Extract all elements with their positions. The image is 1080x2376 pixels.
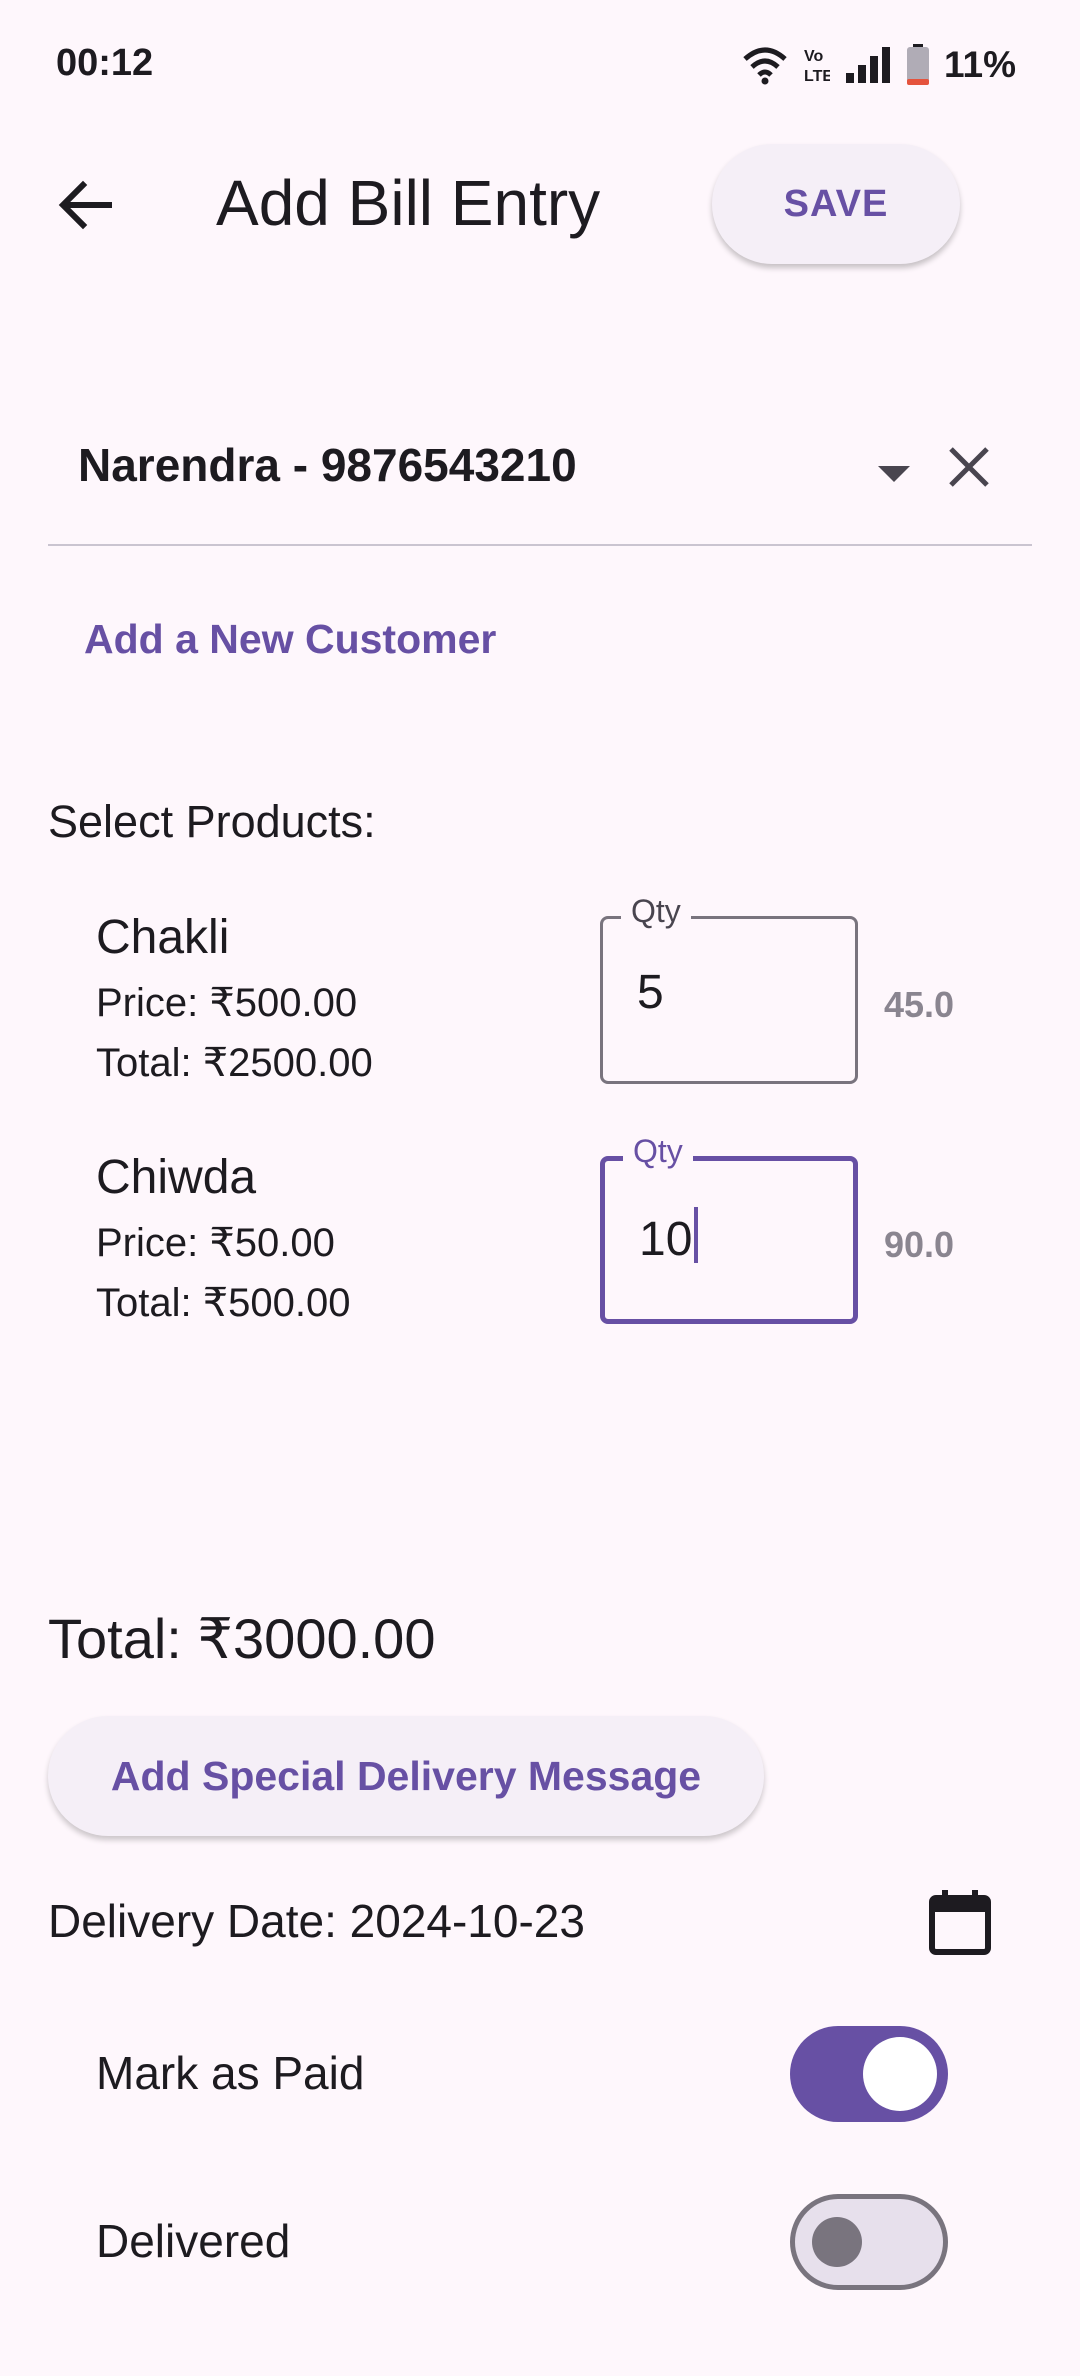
mark-as-paid-label: Mark as Paid (96, 2047, 365, 2099)
save-button[interactable]: SAVE (712, 144, 960, 264)
delivered-switch[interactable] (790, 2194, 948, 2290)
product-name: Chakli (96, 911, 230, 964)
back-button[interactable] (40, 160, 130, 250)
product-price: Price: ₹50.00 (96, 1221, 335, 1265)
battery-icon (906, 44, 929, 85)
product-row: Chiwda Price: ₹50.00 Total: ₹500.00 Qty … (0, 1133, 1080, 1340)
mark-as-paid-switch[interactable] (790, 2026, 948, 2122)
clear-customer-button[interactable] (936, 434, 1002, 500)
qty-label: Qty (621, 893, 691, 930)
page-title: Add Bill Entry (216, 167, 601, 239)
qty-value-wrapper: 10 (639, 1207, 699, 1267)
product-total: Total: ₹2500.00 (96, 1041, 373, 1085)
text-cursor (694, 1207, 699, 1263)
qty-label: Qty (623, 1133, 693, 1170)
row-amount: 45.0 (884, 984, 955, 1025)
arrow-back-icon (58, 180, 112, 230)
switch-thumb (863, 2037, 937, 2111)
switch-thumb (812, 2217, 862, 2267)
svg-text:LTE: LTE (804, 68, 830, 85)
calendar-icon (929, 1890, 991, 1955)
product-name: Chiwda (96, 1151, 257, 1204)
grand-total: Total: ₹3000.00 (48, 1607, 436, 1670)
signal-icon (845, 47, 890, 83)
calendar-button[interactable] (918, 1880, 1002, 1964)
wifi-icon (743, 47, 787, 85)
qty-value: 5 (637, 966, 664, 1019)
product-row: Chakli Price: ₹500.00 Total: ₹2500.00 Qt… (0, 893, 1080, 1100)
add-new-customer-link[interactable]: Add a New Customer (84, 616, 496, 663)
qty-input[interactable]: Qty 10 (600, 1133, 858, 1324)
qty-value: 10 (639, 1213, 693, 1266)
product-total: Total: ₹500.00 (96, 1281, 351, 1325)
customer-selected-value: Narendra - 9876543210 (78, 439, 577, 491)
row-amount: 90.0 (884, 1224, 955, 1265)
svg-text:Vo: Vo (804, 48, 823, 65)
qty-input[interactable]: Qty 5 (600, 893, 858, 1084)
volte-icon: Vo LTE (804, 48, 830, 85)
delivered-label: Delivered (96, 2215, 291, 2267)
add-special-delivery-message-button[interactable]: Add Special Delivery Message (48, 1716, 764, 1836)
status-time: 00:12 (56, 42, 154, 84)
status-icons: Vo LTE 11% (742, 40, 1016, 90)
customer-dropdown[interactable]: Narendra - 9876543210 (48, 420, 1032, 546)
select-products-label: Select Products: (48, 796, 376, 847)
battery-percent: 11% (943, 44, 1016, 85)
delivery-date: Delivery Date: 2024-10-23 (48, 1895, 585, 1947)
close-icon (949, 447, 989, 487)
dropdown-arrow-icon[interactable] (874, 462, 914, 486)
product-price: Price: ₹500.00 (96, 981, 358, 1025)
